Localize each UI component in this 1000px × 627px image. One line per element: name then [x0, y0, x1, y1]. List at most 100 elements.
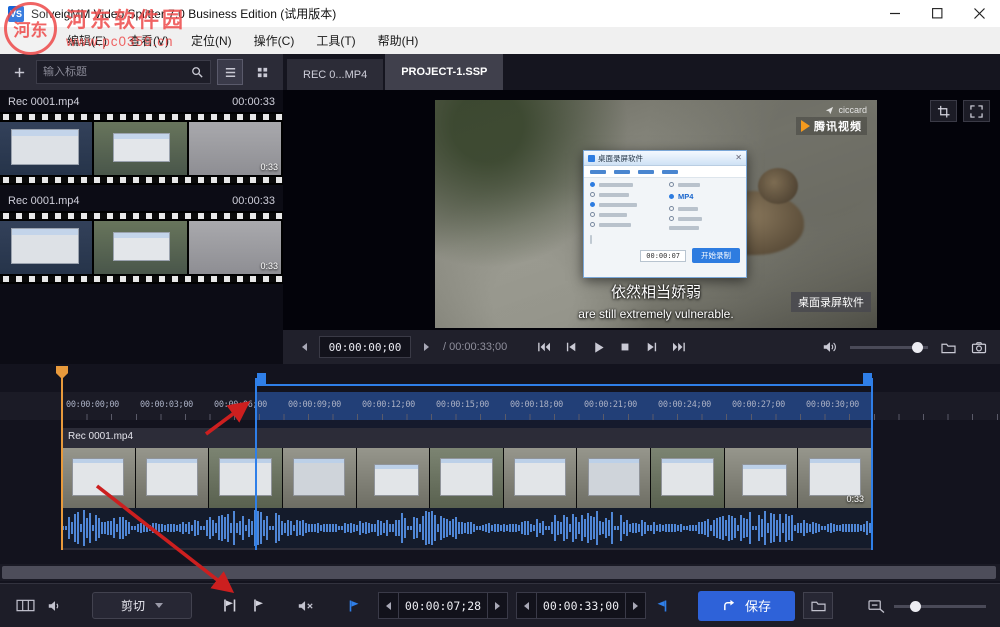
dialog-close-icon: ✕	[735, 154, 742, 162]
playhead-marker[interactable]	[56, 366, 68, 379]
video-frame[interactable]: ciccard 腾讯视频 桌面录屏软件 ✕	[435, 100, 877, 328]
app-logo-icon: VS	[8, 6, 24, 22]
open-folder-button[interactable]	[937, 336, 959, 358]
menu-tools[interactable]: 工具(T)	[305, 27, 366, 54]
dialog-icon	[588, 155, 595, 162]
selection-end-marker[interactable]	[863, 373, 872, 384]
start-time-value[interactable]: 00:00:07;28	[399, 599, 487, 613]
storyboard-view-icon[interactable]	[10, 592, 40, 620]
add-media-button[interactable]	[8, 61, 30, 83]
audio-track-icon[interactable]	[40, 592, 70, 620]
end-time-increment[interactable]	[625, 593, 645, 618]
dialog-title: 桌面录屏软件	[598, 153, 643, 164]
start-time-decrement[interactable]	[379, 593, 399, 618]
play-button[interactable]	[587, 336, 609, 358]
tab-project-ssp[interactable]: PROJECT-1.SSP	[385, 54, 503, 90]
timeline-clip[interactable]: Rec 0001.mp4 0:33	[62, 428, 872, 550]
fragment-start-time-field: 00:00:07;28	[378, 592, 508, 619]
fragment-end-flag-icon[interactable]	[646, 592, 676, 620]
search-input[interactable]	[43, 66, 187, 78]
menu-operations[interactable]: 操作(C)	[243, 27, 306, 54]
ruler-label: 00:00:06;00	[214, 400, 267, 410]
clip-name: Rec 0001.mp4	[8, 96, 80, 108]
cut-mode-dropdown[interactable]: 剪切	[92, 592, 192, 619]
zoom-slider[interactable]	[894, 599, 986, 613]
dialog-timer: 00:00:07	[640, 250, 686, 262]
mute-fragment-button[interactable]	[290, 592, 320, 620]
dialog-options-right: MP4	[669, 182, 740, 230]
menu-edit[interactable]: 编辑(E)	[56, 27, 118, 54]
selection-end-line[interactable]	[871, 378, 873, 550]
media-library: Rec 0001.mp4 00:00:33 0:33 Rec 0001.mp4 …	[0, 90, 283, 364]
tab-rec-mp4[interactable]: REC 0...MP4	[287, 59, 383, 90]
step-forward-button[interactable]	[641, 336, 663, 358]
filmstrip-sprockets	[0, 175, 283, 185]
filmstrip-thumbnails	[0, 122, 283, 175]
app-window: VS SolveigMM Video Splitter 7.0 Business…	[0, 0, 1000, 627]
thumbnail	[0, 122, 94, 175]
output-folder-button[interactable]	[803, 592, 833, 619]
save-button[interactable]: 保存	[698, 591, 795, 621]
fragment-start-flag-icon[interactable]	[340, 592, 370, 620]
timeline: 00:00:00;00 00:00:03;00 00:00:06;00 00:0…	[0, 364, 1000, 583]
minimize-button[interactable]	[874, 0, 916, 27]
document-tabs: REC 0...MP4 PROJECT-1.SSP	[283, 54, 1000, 90]
menu-help[interactable]: 帮助(H)	[367, 27, 430, 54]
filmstrip-sprockets	[0, 211, 283, 221]
volume-icon[interactable]	[819, 336, 841, 358]
clip-filmstrip[interactable]: 0:33	[0, 112, 283, 185]
next-keyframe-button[interactable]	[668, 336, 690, 358]
prev-keyframe-button[interactable]	[533, 336, 555, 358]
recorder-dialog: 桌面录屏软件 ✕ MP4	[583, 150, 747, 278]
menu-navigate[interactable]: 定位(N)	[180, 27, 243, 54]
thumbnail-duration: 0:33	[260, 261, 278, 271]
timeline-clip-name: Rec 0001.mp4	[68, 431, 133, 442]
window-title: SolveigMM Video Splitter 7.0 Business Ed…	[31, 5, 336, 22]
clip-filmstrip[interactable]: 0:33	[0, 211, 283, 284]
dialog-links	[584, 166, 746, 178]
thumbnail	[94, 122, 188, 175]
time-decrement-button[interactable]	[293, 336, 315, 358]
scrollbar-thumb[interactable]	[2, 566, 996, 579]
video-watermark: ciccard 腾讯视频	[796, 105, 867, 135]
add-begin-marker-button[interactable]	[214, 592, 244, 620]
fragment-end-time-field: 00:00:33;00	[516, 592, 646, 619]
fullscreen-button[interactable]	[963, 100, 990, 122]
marmot-image	[758, 168, 798, 204]
menu-view[interactable]: 查看(V)	[118, 27, 180, 54]
close-button[interactable]	[958, 0, 1000, 27]
time-increment-button[interactable]	[415, 336, 437, 358]
add-end-marker-button[interactable]	[244, 592, 274, 620]
maximize-button[interactable]	[916, 0, 958, 27]
end-time-decrement[interactable]	[517, 593, 537, 618]
ruler-label: 00:00:27;00	[732, 400, 785, 410]
edit-toolbar: 剪切 00:00:07;28 00:00:33;00 保存	[0, 583, 1000, 627]
list-item[interactable]: Rec 0001.mp4 00:00:33 0:33	[0, 90, 283, 185]
ruler-label: 00:00:15;00	[436, 400, 489, 410]
step-back-button[interactable]	[560, 336, 582, 358]
start-time-increment[interactable]	[487, 593, 507, 618]
zoom-out-icon[interactable]	[868, 599, 885, 613]
playhead-line[interactable]	[61, 374, 63, 550]
selection-start-marker[interactable]	[257, 373, 266, 384]
clip-name: Rec 0001.mp4	[8, 195, 80, 207]
ruler-label: 00:00:12;00	[362, 400, 415, 410]
cut-mode-label: 剪切	[121, 597, 145, 614]
window-controls	[874, 0, 1000, 27]
ruler-label: 00:00:30;00	[806, 400, 859, 410]
thumbnail-duration: 0:33	[260, 162, 278, 172]
list-item[interactable]: Rec 0001.mp4 00:00:33 0:33	[0, 189, 283, 284]
timeline-ruler[interactable]: 00:00:00;00 00:00:03;00 00:00:06;00 00:0…	[0, 392, 1000, 420]
stop-button[interactable]	[614, 336, 636, 358]
grid-view-button[interactable]	[249, 59, 275, 85]
ruler-label: 00:00:18;00	[510, 400, 563, 410]
crop-button[interactable]	[930, 100, 957, 122]
end-time-value[interactable]: 00:00:33;00	[537, 599, 625, 613]
dialog-format: MP4	[678, 192, 693, 201]
search-icon[interactable]	[191, 66, 204, 79]
menubar: 编辑(E) 查看(V) 定位(N) 操作(C) 工具(T) 帮助(H)	[0, 27, 1000, 54]
snapshot-button[interactable]	[968, 336, 990, 358]
selection-start-line[interactable]	[255, 378, 257, 550]
list-view-button[interactable]	[217, 59, 243, 85]
volume-slider[interactable]	[850, 340, 928, 354]
